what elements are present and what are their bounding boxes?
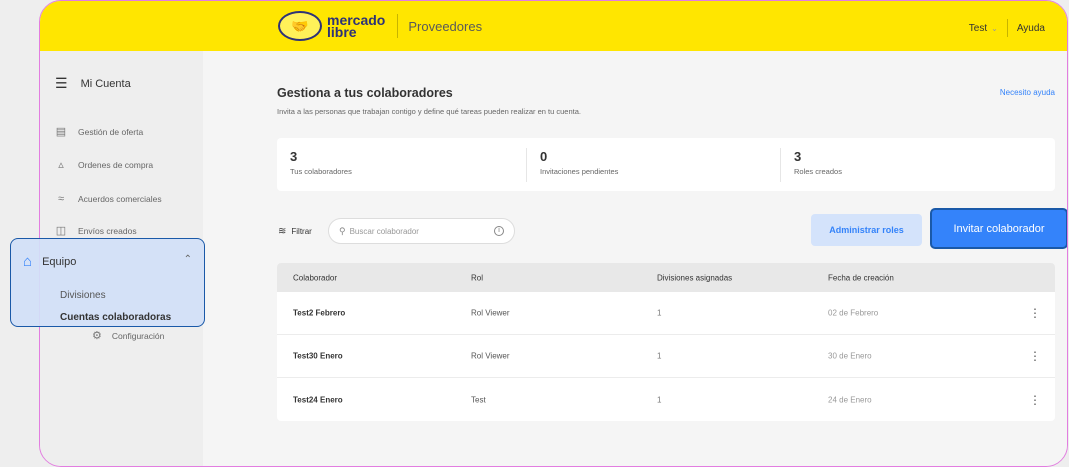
header-user-menu: Test ⌄ Ayuda xyxy=(969,19,1045,37)
cell-role: Rol Viewer xyxy=(471,351,510,361)
cell-date: 30 de Enero xyxy=(828,351,872,361)
collaborators-table: Colaborador Rol Divisiones asignadas Fec… xyxy=(277,263,1055,421)
sidebar-title: Mi Cuenta xyxy=(80,77,131,90)
table-row[interactable]: Test24 Enero Test 1 24 de Enero ⋮ xyxy=(277,378,1055,421)
stats-card: 3 Tus colaboradores 0 Invitaciones pendi… xyxy=(277,138,1055,191)
header-divider xyxy=(1006,19,1008,37)
sidebar-item-acuerdos[interactable]: ≈ Acuerdos comerciales xyxy=(54,192,162,206)
stat-label: Roles creados xyxy=(794,167,842,176)
header-collaborator: Colaborador xyxy=(293,273,338,282)
logo-divider xyxy=(397,14,399,38)
cell-name: Test24 Enero xyxy=(293,395,343,404)
section-name: Proveedores xyxy=(408,18,483,34)
sidebar-subitem-divisiones[interactable]: Divisiones xyxy=(60,290,106,301)
equipo-menu-highlight: ⌂ Equipo ⌃ Divisiones Cuentas colaborado… xyxy=(10,238,205,327)
hamburger-icon[interactable]: ☰ xyxy=(55,75,68,92)
sidebar-item-label: Ordenes de compra xyxy=(78,160,154,170)
cell-divisions: 1 xyxy=(657,308,662,318)
cell-name: Test30 Enero xyxy=(293,351,343,361)
more-options-icon[interactable]: ⋮ xyxy=(1029,306,1041,320)
sidebar-item-label: Gestión de oferta xyxy=(78,127,144,137)
document-icon: ▤ xyxy=(55,126,67,138)
shopping-bag-icon: ▵ xyxy=(58,159,64,171)
cell-name: Test2 Febrero xyxy=(293,308,346,318)
help-link[interactable]: Ayuda xyxy=(1017,23,1045,34)
cell-date: 24 de Enero xyxy=(828,395,872,404)
stat-roles: 3 Roles creados xyxy=(794,149,842,176)
filter-button[interactable]: ≋ Filtrar xyxy=(278,226,312,237)
sidebar-item-ordenes-compra[interactable]: ▵ Ordenes de compra xyxy=(54,158,153,172)
stat-divider xyxy=(780,148,781,182)
main-content: Gestiona a tus colaboradores Invita a la… xyxy=(203,51,1067,466)
gear-icon: ⚙ xyxy=(92,330,102,342)
sidebar-item-label: Configuración xyxy=(111,330,165,341)
page-subtitle: Invita a las personas que trabajan conti… xyxy=(277,107,581,116)
sidebar-item-label: Envíos creados xyxy=(78,226,137,236)
top-header: 🤝 mercado libre Proveedores Test ⌄ Ayuda xyxy=(40,1,1067,51)
handshake-icon: ≈ xyxy=(57,193,65,205)
page-title: Gestiona a tus colaboradores xyxy=(277,86,453,100)
cell-date: 02 de Febrero xyxy=(828,308,879,318)
stat-pending-invitations: 0 Invitaciones pendientes xyxy=(540,149,618,176)
header-divisions: Divisiones asignadas xyxy=(657,273,733,282)
filter-label: Filtrar xyxy=(291,227,312,236)
sidebar-item-equipo[interactable]: ⌂ Equipo xyxy=(23,253,76,270)
cell-role: Test xyxy=(471,395,486,404)
manage-roles-button[interactable]: Administrar roles xyxy=(811,214,922,246)
cell-divisions: 1 xyxy=(657,351,662,361)
store-icon: ⌂ xyxy=(23,253,33,270)
table-header: Colaborador Rol Divisiones asignadas Fec… xyxy=(277,263,1055,292)
header-date: Fecha de creación xyxy=(828,273,894,282)
search-box: ⚲ i xyxy=(328,218,515,244)
app-frame: 🤝 mercado libre Proveedores Test ⌄ Ayuda… xyxy=(39,0,1068,467)
stat-value: 3 xyxy=(794,149,802,164)
stat-label: Invitaciones pendientes xyxy=(540,167,619,176)
cell-role: Rol Viewer xyxy=(471,308,510,318)
stat-value: 0 xyxy=(540,149,548,164)
sidebar-subitem-cuentas-colaboradoras[interactable]: Cuentas colaboradoras xyxy=(60,312,171,323)
help-link-main[interactable]: Necesito ayuda xyxy=(1000,88,1055,97)
stat-collaborators: 3 Tus colaboradores xyxy=(290,149,352,176)
cell-divisions: 1 xyxy=(657,395,662,404)
handshake-logo-icon: 🤝 xyxy=(278,11,322,41)
sidebar-item-label: Acuerdos comerciales xyxy=(78,194,162,204)
truck-icon: ◫ xyxy=(55,225,67,237)
user-menu-button[interactable]: Test xyxy=(969,23,987,34)
chevron-up-icon[interactable]: ⌃ xyxy=(184,254,192,265)
sidebar-group-label: Equipo xyxy=(42,255,77,268)
sidebar-header[interactable]: ☰ Mi Cuenta xyxy=(55,75,131,92)
more-options-icon[interactable]: ⋮ xyxy=(1029,393,1041,407)
table-row[interactable]: Test2 Febrero Rol Viewer 1 02 de Febrero… xyxy=(277,292,1055,335)
search-input[interactable] xyxy=(349,226,494,236)
header-role: Rol xyxy=(471,273,484,282)
invite-collaborator-button[interactable]: Invitar colaborador xyxy=(930,208,1067,249)
search-icon: ⚲ xyxy=(339,225,346,236)
sliders-icon: ≋ xyxy=(278,226,287,237)
stat-divider xyxy=(526,148,527,182)
info-icon[interactable]: i xyxy=(494,226,504,236)
logo[interactable]: 🤝 mercado libre Proveedores xyxy=(278,11,482,41)
sidebar-item-gestion-oferta[interactable]: ▤ Gestión de oferta xyxy=(54,125,143,139)
stat-value: 3 xyxy=(290,149,298,164)
stat-label: Tus colaboradores xyxy=(290,167,352,176)
sidebar-item-configuracion[interactable]: ⚙ Configuración ⌄ xyxy=(92,329,222,342)
chevron-down-icon[interactable]: ⌄ xyxy=(991,24,998,33)
table-row[interactable]: Test30 Enero Rol Viewer 1 30 de Enero ⋮ xyxy=(277,335,1055,378)
sidebar-item-envios[interactable]: ◫ Envíos creados xyxy=(54,224,137,238)
more-options-icon[interactable]: ⋮ xyxy=(1029,349,1041,363)
